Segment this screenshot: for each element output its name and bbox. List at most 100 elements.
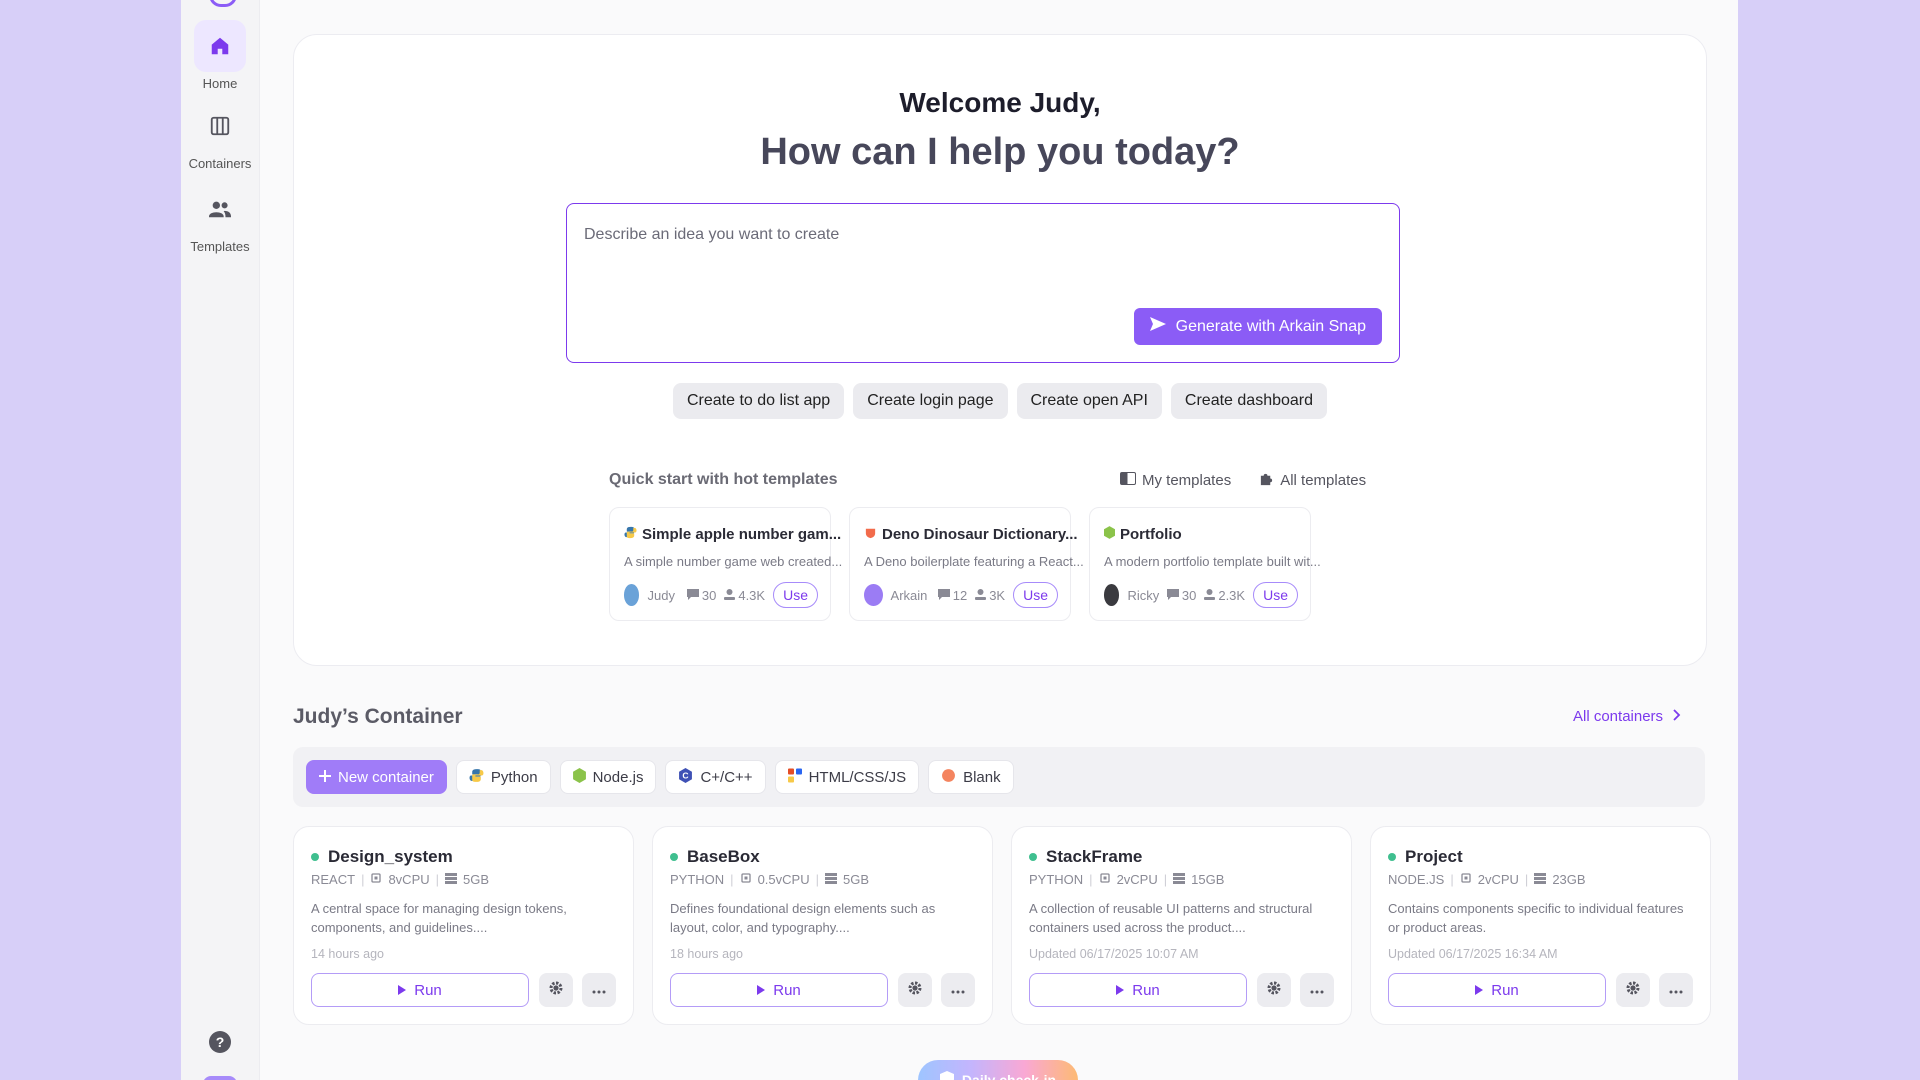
use-template-button[interactable]: Use xyxy=(1013,582,1058,608)
nodejs-icon xyxy=(1104,526,1115,543)
container-name: BaseBox xyxy=(687,847,760,866)
filter-html[interactable]: HTML/CSS/JS xyxy=(774,760,920,794)
hero-card: Welcome Judy, How can I help you today? … xyxy=(293,34,1707,666)
all-templates-link[interactable]: All templates xyxy=(1259,471,1366,490)
cpu-icon xyxy=(1460,872,1472,887)
sidebar-item-label: Containers xyxy=(188,156,252,171)
filter-python[interactable]: Python xyxy=(455,760,551,794)
run-label: Run xyxy=(1132,981,1160,999)
avatar[interactable] xyxy=(203,1076,237,1080)
container-cpu: 2vCPU xyxy=(1477,872,1519,887)
run-label: Run xyxy=(773,981,801,999)
container-stack: PYTHON xyxy=(1029,872,1084,887)
sidebar-item-home[interactable]: Home xyxy=(181,20,259,91)
container-stack: PYTHON xyxy=(670,872,725,887)
container-card[interactable]: StackFrame PYTHON | 2vCPU | 15GB A collect… xyxy=(1011,826,1352,1025)
template-card[interactable]: Portfolio A modern portfolio template bu… xyxy=(1089,507,1321,621)
idea-prompt-input[interactable]: Describe an idea you want to create Gene… xyxy=(566,203,1400,363)
container-desc: A collection of reusable UI patterns and… xyxy=(1029,901,1313,935)
my-templates-link[interactable]: My templates xyxy=(1120,471,1231,490)
download-icon xyxy=(1204,588,1216,603)
container-card[interactable]: Project NODE.JS | 2vCPU | 23GB Contains co… xyxy=(1370,826,1711,1025)
more-button[interactable] xyxy=(941,973,975,1007)
container-card[interactable]: Design_system REACT | 8vCPU | 5GB A centra… xyxy=(293,826,634,1025)
book-icon xyxy=(1120,472,1136,489)
template-name: Deno Dinosaur Dictionary... xyxy=(882,526,1078,543)
svg-text:C: C xyxy=(683,770,689,780)
new-container-label: New container xyxy=(338,768,434,786)
run-button[interactable]: Run xyxy=(1029,973,1247,1007)
container-cpu: 0.5vCPU xyxy=(757,872,810,887)
my-templates-label: My templates xyxy=(1142,472,1232,489)
welcome-heading: Welcome Judy, xyxy=(899,87,1101,118)
sidebar-item-label: Templates xyxy=(190,239,250,254)
cpu-icon xyxy=(740,872,752,887)
more-button[interactable] xyxy=(1659,973,1693,1007)
container-desc: A central space for managing design toke… xyxy=(311,901,567,935)
template-desc: A modern portfolio template built wit... xyxy=(1104,554,1321,569)
use-template-button[interactable]: Use xyxy=(773,582,818,608)
run-button[interactable]: Run xyxy=(1388,973,1606,1007)
filter-label: C+/C++ xyxy=(700,768,753,786)
container-storage: 15GB xyxy=(1191,872,1225,887)
avatar xyxy=(864,584,883,606)
container-card[interactable]: BaseBox PYTHON | 0.5vCPU | 5GB Defines fou… xyxy=(652,826,993,1025)
daily-check-in-label: Daily check-in xyxy=(961,1072,1057,1080)
generate-button[interactable]: Generate with Arkain Snap xyxy=(1133,308,1382,345)
users-icon xyxy=(194,183,246,235)
all-containers-link[interactable]: All containers xyxy=(1573,708,1681,725)
download-count: 3K xyxy=(989,587,1006,603)
suggestion-chip[interactable]: Create to do list app xyxy=(672,383,845,419)
new-container-button[interactable]: New container xyxy=(306,760,447,794)
settings-button[interactable] xyxy=(1257,973,1291,1007)
container-cpu: 8vCPU xyxy=(388,872,430,887)
template-card[interactable]: Simple apple number gam... A simple numb… xyxy=(609,507,842,621)
more-button[interactable] xyxy=(1300,973,1334,1007)
avatar xyxy=(624,584,640,606)
sidebar-item-label: Home xyxy=(202,76,238,91)
suggestion-chip[interactable]: Create open API xyxy=(1016,383,1162,419)
settings-button[interactable] xyxy=(898,973,932,1007)
template-author: Ricky xyxy=(1127,587,1160,603)
filter-cpp[interactable]: C C+/C++ xyxy=(665,760,766,794)
run-button[interactable]: Run xyxy=(311,973,529,1007)
filter-label: Node.js xyxy=(592,768,644,786)
suggestion-chip[interactable]: Create dashboard xyxy=(1170,383,1328,419)
daily-check-in-button[interactable]: Daily check-in xyxy=(918,1060,1078,1080)
play-icon xyxy=(1116,982,1125,999)
run-button[interactable]: Run xyxy=(670,973,888,1007)
storage-icon xyxy=(1534,872,1547,887)
python-icon xyxy=(624,526,637,543)
all-templates-label: All templates xyxy=(1280,472,1367,489)
download-count: 4.3K xyxy=(738,587,766,603)
help-icon[interactable]: ? xyxy=(208,1030,232,1059)
chevron-right-icon xyxy=(1673,708,1681,725)
python-icon xyxy=(469,768,484,787)
download-count: 2.3K xyxy=(1218,587,1246,603)
plus-icon xyxy=(319,769,331,786)
settings-button[interactable] xyxy=(539,973,573,1007)
sidebar-item-templates[interactable]: Templates xyxy=(181,183,259,254)
settings-button[interactable] xyxy=(1616,973,1650,1007)
filter-nodejs[interactable]: Node.js xyxy=(559,760,657,794)
template-card[interactable]: Deno Dinosaur Dictionary... A Deno boile… xyxy=(849,507,1084,621)
storage-icon xyxy=(445,872,458,887)
suggestion-chip[interactable]: Create login page xyxy=(853,383,1008,419)
quick-start-title: Quick start with hot templates xyxy=(609,471,838,488)
storage-icon xyxy=(1173,872,1186,887)
more-button[interactable] xyxy=(582,973,616,1007)
gear-icon xyxy=(1626,981,1640,1000)
containers-icon xyxy=(194,100,246,152)
gear-icon xyxy=(1267,981,1281,1000)
deno-icon xyxy=(864,526,877,543)
template-name: Simple apple number gam... xyxy=(642,526,842,543)
filter-bar: New container Python Node.js C C+/C++ HT… xyxy=(293,747,1705,807)
container-stack: NODE.JS xyxy=(1388,872,1445,887)
use-template-button[interactable]: Use xyxy=(1253,582,1298,608)
sidebar-item-containers[interactable]: Containers xyxy=(181,100,259,171)
filter-blank[interactable]: Blank xyxy=(928,760,1014,794)
filter-label: Python xyxy=(490,768,538,786)
more-icon xyxy=(1310,981,1324,999)
container-list: Design_system REACT | 8vCPU | 5GB A centra… xyxy=(293,826,1711,1025)
container-storage: 23GB xyxy=(1552,872,1586,887)
